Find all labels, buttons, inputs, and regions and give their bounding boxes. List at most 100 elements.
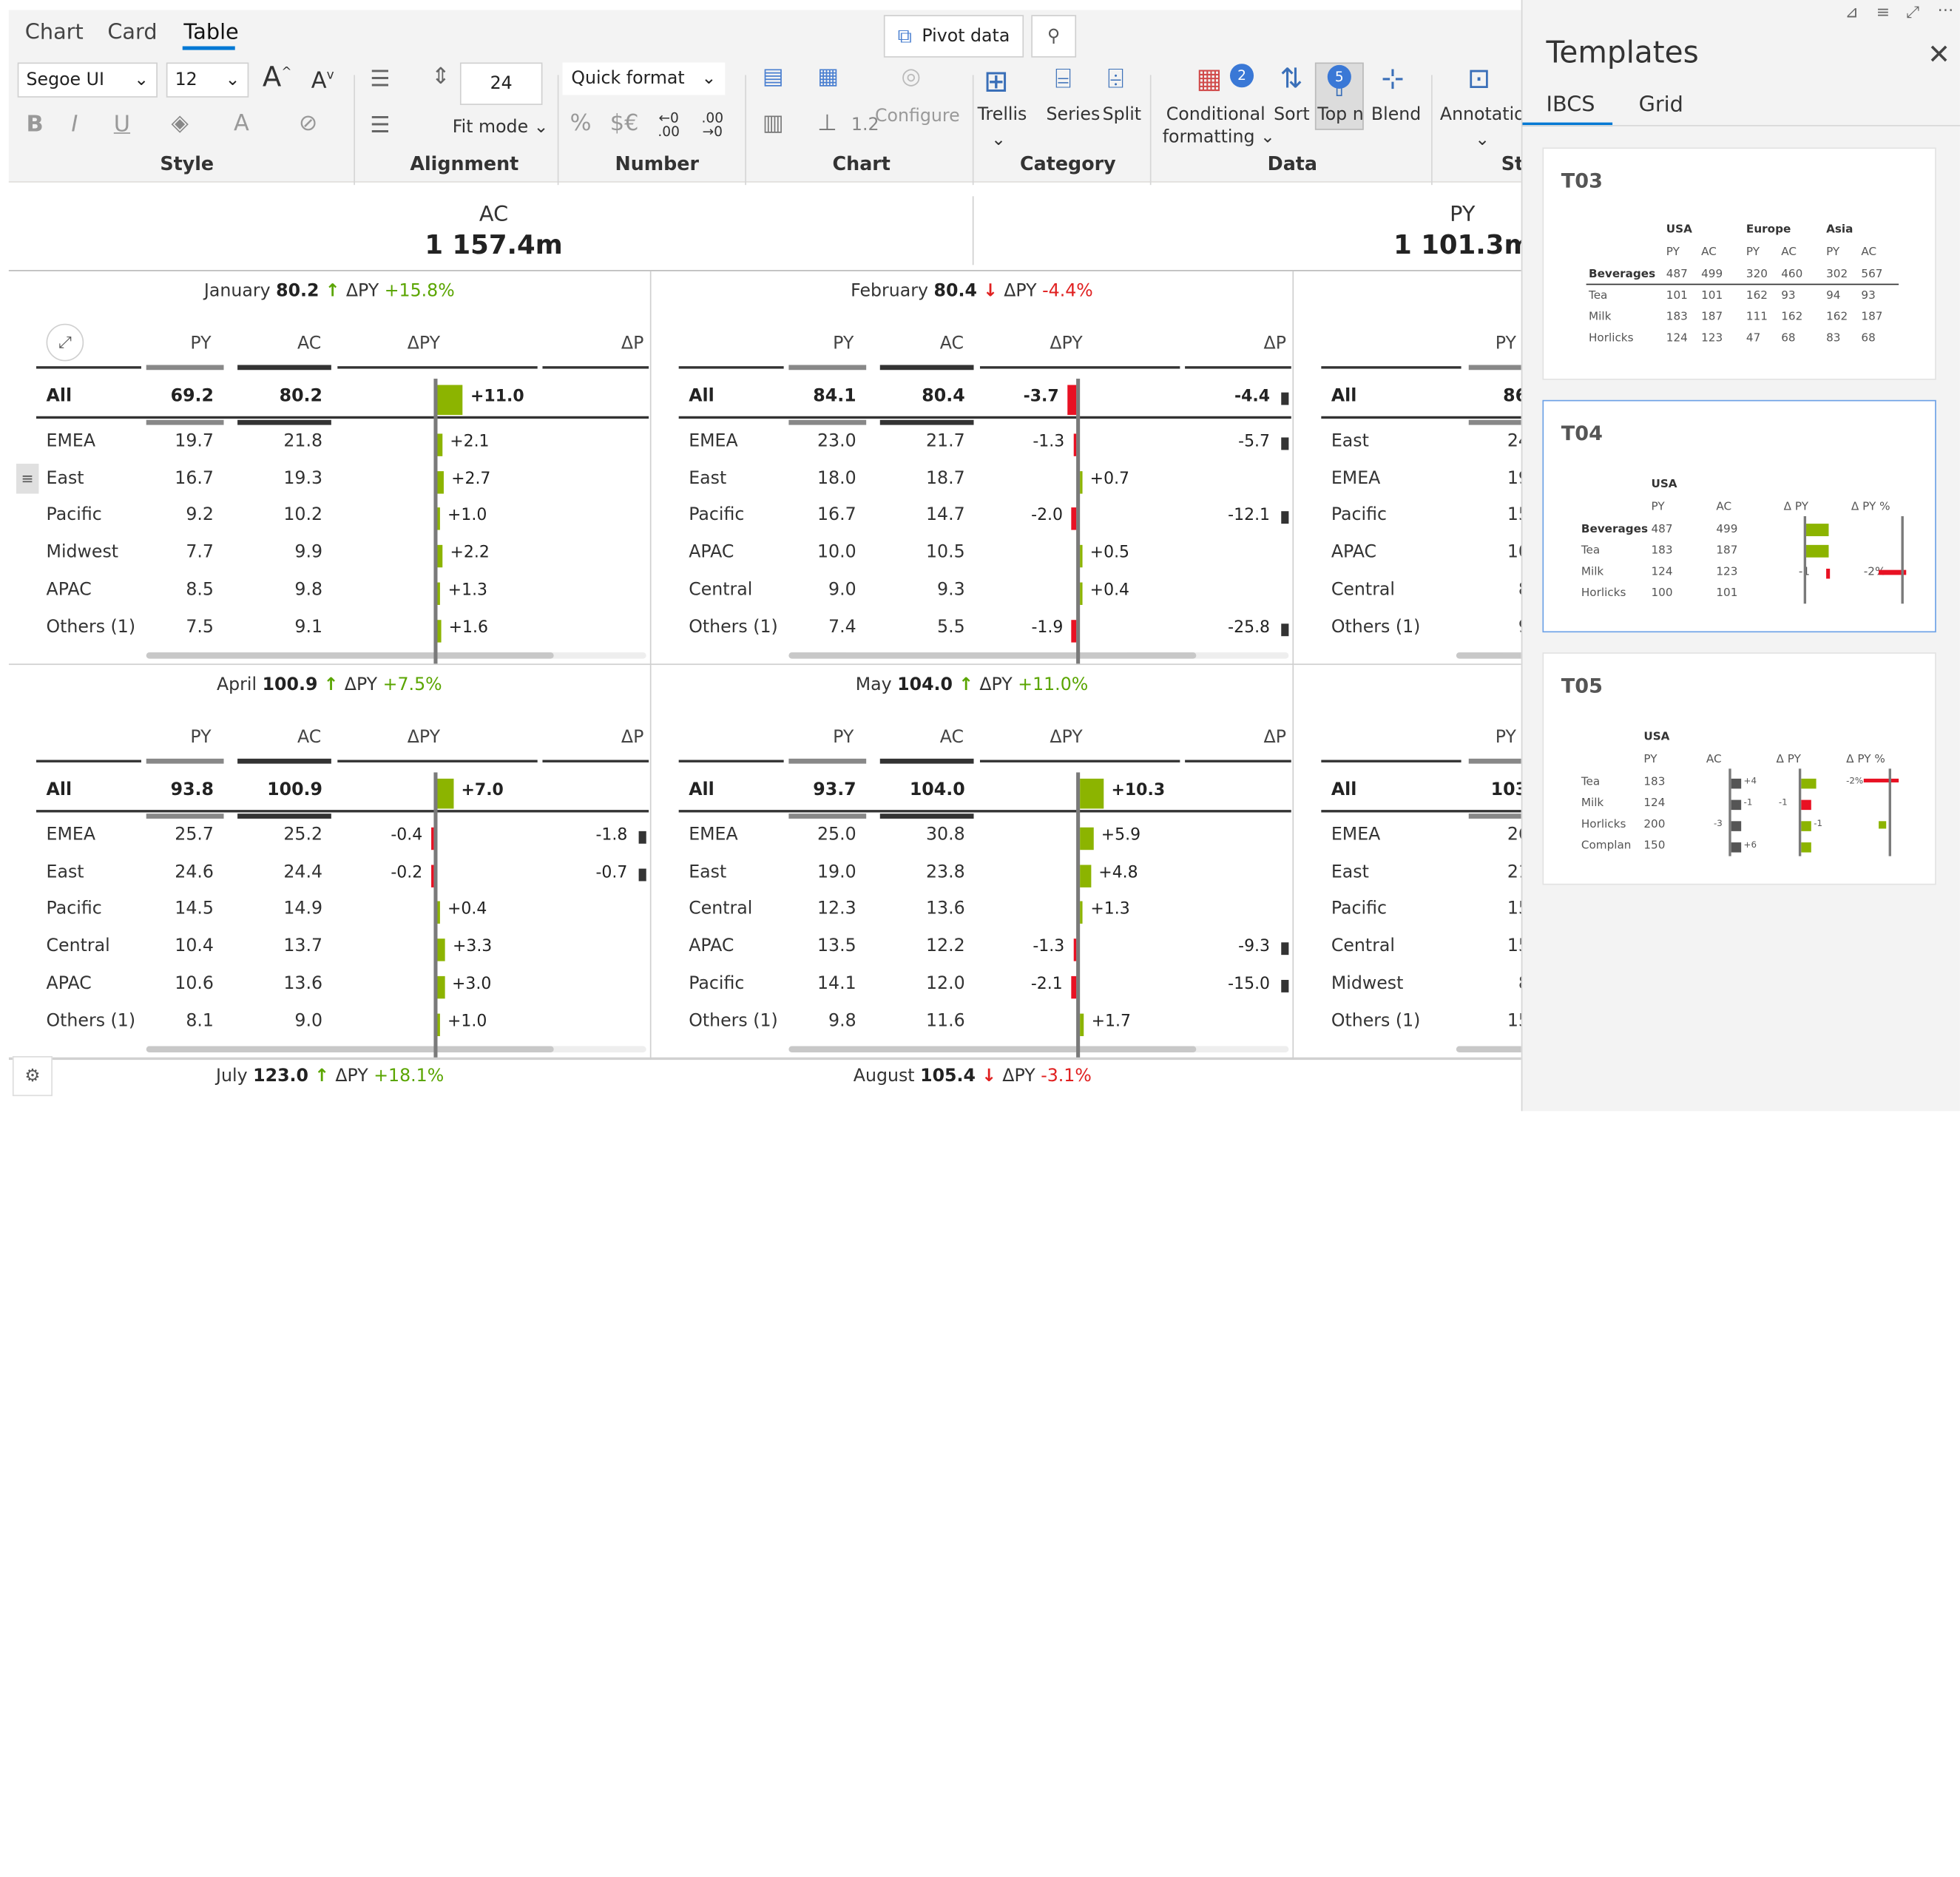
row-height-input[interactable]: 24 — [459, 62, 543, 105]
pivot-data-button[interactable]: ⧉ Pivot data — [883, 15, 1024, 58]
axis-icon[interactable]: ⊥ — [817, 112, 837, 135]
group-alignment-label: Alignment — [410, 152, 519, 175]
expand-icon[interactable]: ⤢ — [46, 323, 84, 362]
chevron-down-icon[interactable]: ⌄ — [1475, 130, 1490, 150]
horizontal-scrollbar[interactable] — [788, 1046, 1197, 1052]
template-card-t04[interactable]: T04 USA PY AC Δ PY Δ PY % Beverages 487 499 Tea 18… — [1542, 399, 1936, 633]
delta-arrow-icon: ↓ — [981, 1066, 1003, 1086]
close-icon[interactable]: ✕ — [1927, 42, 1950, 70]
row-label: Central — [689, 899, 753, 919]
increase-font-icon[interactable]: A^ — [263, 64, 292, 92]
blend-label[interactable]: Blend — [1371, 105, 1421, 125]
tab-grid[interactable]: Grid — [1639, 92, 1683, 118]
delta-value: +1.0 — [447, 1012, 487, 1032]
trellis-icon[interactable]: ⊞ — [984, 67, 1009, 97]
quick-format-dropdown[interactable]: Quick format ⌄ — [562, 62, 726, 95]
configure-label[interactable]: Configure — [875, 106, 960, 126]
col-header-ac: AC — [297, 334, 322, 354]
italic-icon[interactable]: I — [71, 113, 78, 136]
fit-mode-dropdown[interactable]: Fit mode ⌄ — [453, 118, 549, 138]
drag-handle-icon[interactable]: ≡ — [16, 463, 39, 494]
horizontal-scrollbar[interactable] — [1456, 1046, 1521, 1052]
delta-axis — [1076, 379, 1081, 664]
row-height-icon[interactable]: ⇕ — [431, 66, 450, 89]
row-ac: 13.6 — [283, 973, 323, 994]
column-chart-icon[interactable]: ▥ — [763, 112, 784, 135]
mini-cell: 499 — [1701, 268, 1723, 282]
delta-bar — [437, 385, 463, 416]
mini-col-header: AC — [1706, 754, 1722, 766]
row-py: 15.3 — [1507, 504, 1521, 525]
horizontal-scrollbar[interactable] — [146, 1046, 554, 1052]
series-icon[interactable]: ⌸ — [1055, 66, 1071, 94]
mini-col-header: PY — [1651, 501, 1665, 514]
filter-settings-button[interactable]: ⚲ — [1031, 15, 1077, 58]
align-vertical-icon[interactable]: ☰ — [370, 115, 390, 137]
trellis-label[interactable]: Trellis — [978, 105, 1027, 125]
more-options-icon[interactable]: ⋯ — [1938, 2, 1954, 18]
configure-icon[interactable]: ◎ — [901, 66, 921, 89]
conditional-formatting-icon[interactable]: ▦ — [1196, 66, 1222, 94]
bar-chart-icon[interactable]: ▤ — [763, 66, 784, 89]
font-color-icon[interactable]: A — [234, 112, 249, 135]
conditional-formatting-label[interactable]: Conditional — [1166, 105, 1265, 125]
focus-mode-icon[interactable]: ⤢ — [1906, 5, 1919, 21]
fill-color-icon[interactable]: ◈ — [172, 112, 189, 135]
top-n-label: Top n — [1317, 104, 1364, 125]
col-header-py: PY — [1495, 727, 1516, 748]
sort-label[interactable]: Sort — [1274, 105, 1310, 125]
hide-icon[interactable]: ⊘ — [299, 112, 318, 135]
stacked-chart-icon[interactable]: ▦ — [817, 66, 839, 89]
pin-icon[interactable]: ⊿ — [1845, 5, 1858, 21]
row-label: Central — [1331, 936, 1396, 956]
increase-decimals-button[interactable]: .00 →0 — [699, 111, 726, 138]
row-label: East — [689, 468, 727, 489]
row-label: Central — [1331, 580, 1396, 601]
percent-format-button[interactable]: % — [570, 112, 592, 135]
split-icon[interactable]: ⌹ — [1107, 66, 1123, 94]
annotation-icon[interactable]: ⊡ — [1467, 66, 1490, 94]
visual-settings-icon[interactable]: ⚙ — [12, 1056, 53, 1097]
mini-cell: 47 — [1746, 332, 1761, 345]
align-horizontal-icon[interactable]: ☰ — [370, 68, 390, 91]
mini-col-header: Δ PY — [1783, 501, 1809, 514]
horizontal-scrollbar[interactable] — [788, 652, 1197, 659]
mini-cell: -1 — [1778, 797, 1788, 808]
series-label[interactable]: Series — [1047, 105, 1101, 125]
delta-value: -1.9 — [1031, 618, 1064, 637]
currency-format-button[interactable]: $€ — [610, 112, 639, 135]
decrease-decimals-button[interactable]: ←0 .00 — [655, 111, 683, 138]
separator — [354, 75, 355, 186]
sort-icon[interactable]: ⇅ — [1280, 66, 1303, 94]
underline-icon[interactable]: U — [114, 113, 130, 136]
tab-table[interactable]: Table — [183, 20, 238, 45]
font-size-select[interactable]: 12 ⌄ — [166, 62, 249, 98]
mini-cell: 124 — [1643, 797, 1666, 811]
decrease-font-icon[interactable]: Av — [311, 70, 334, 92]
row-py: 8.1 — [186, 1011, 214, 1032]
app-window: Chart Card Table ⧉ Pivot data ⚲ Segoe UI… — [0, 0, 1960, 1112]
delta-value: +1.0 — [447, 506, 487, 525]
template-card-t05[interactable]: T05 USA PY AC Δ PY Δ PY % Tea 183 +4 -2% Milk 124 -1… — [1542, 652, 1936, 885]
py-header-bar — [788, 758, 867, 764]
row-label: EMEA — [1331, 825, 1381, 845]
tab-ibcs[interactable]: IBCS — [1547, 92, 1595, 118]
chevron-down-icon[interactable]: ⌄ — [991, 130, 1006, 150]
conditional-formatting-label-2[interactable]: formatting ⌄ — [1163, 127, 1275, 147]
bold-icon[interactable]: B — [26, 113, 43, 136]
horizontal-scrollbar[interactable] — [146, 652, 554, 659]
row-ac: 9.9 — [294, 542, 323, 563]
filter-icon[interactable]: ≡ — [1876, 5, 1890, 21]
split-label[interactable]: Split — [1103, 105, 1141, 125]
row-label: Others (1) — [1331, 1011, 1421, 1032]
row-py: 26.2 — [1507, 825, 1521, 845]
tab-card[interactable]: Card — [107, 20, 157, 45]
horizontal-scrollbar[interactable] — [1456, 652, 1521, 659]
ac-total-bar — [879, 419, 974, 425]
template-card-t03[interactable]: T03 USA Europe Asia PY AC PY AC PY AC Beverages 487… — [1542, 147, 1936, 380]
font-family-select[interactable]: Segoe UI ⌄ — [17, 62, 158, 98]
tab-chart[interactable]: Chart — [25, 20, 84, 45]
row-label: East — [1331, 431, 1369, 452]
row-py: 103.6 — [1490, 779, 1521, 800]
blend-icon[interactable]: ⊹ — [1381, 66, 1404, 94]
